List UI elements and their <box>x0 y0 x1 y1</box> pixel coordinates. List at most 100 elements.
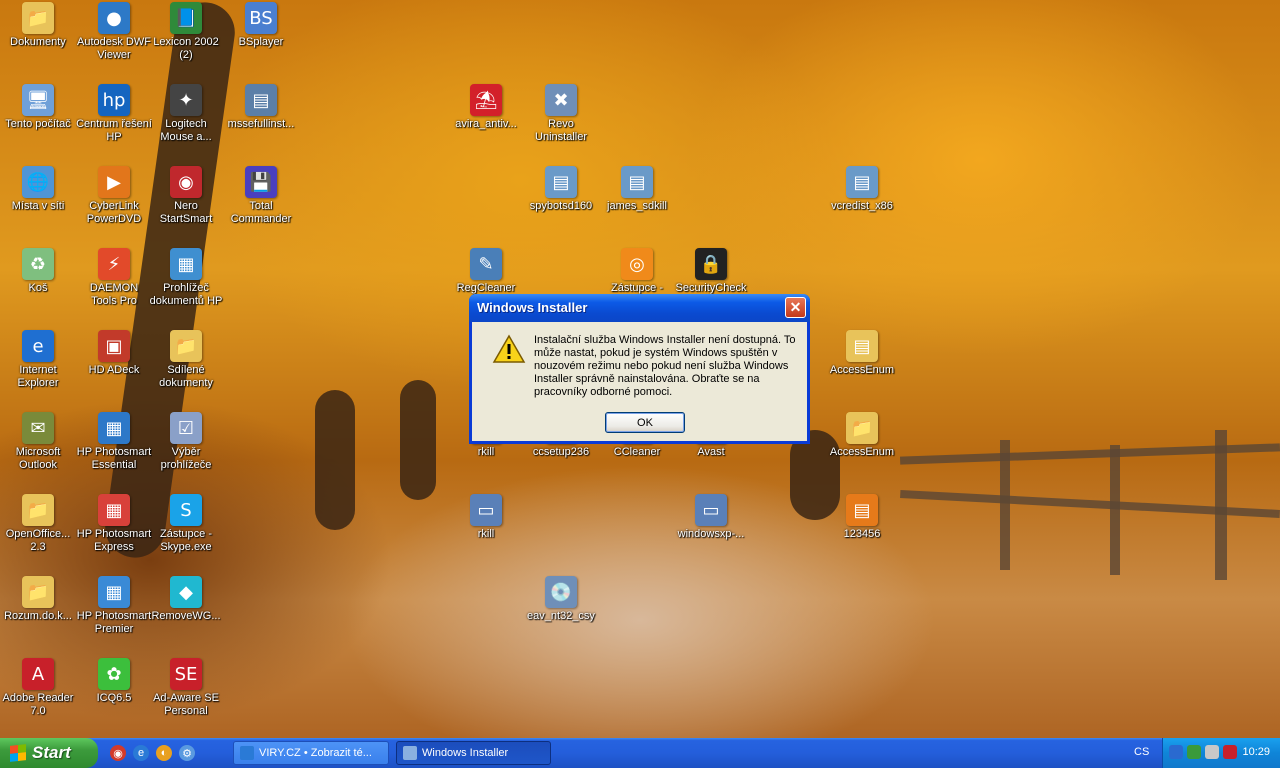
clock[interactable]: 10:29 <box>1242 746 1270 758</box>
wallpaper-tree-trunk <box>400 380 436 500</box>
desktop-icon[interactable]: ▤ james_sdkill <box>599 166 675 213</box>
app-icon: ▤ <box>621 166 653 198</box>
desktop-icon-label: Total Commander <box>230 200 292 225</box>
desktop-icon[interactable]: ▤ 123456 <box>824 494 900 541</box>
start-button[interactable]: Start <box>0 738 98 768</box>
display-icon[interactable] <box>1205 745 1219 759</box>
desktop-icon[interactable]: 🖥 Tento počítač <box>0 84 76 131</box>
desktop-icon[interactable]: ⛱ avira_antiv... <box>448 84 524 131</box>
app-icon: ▭ <box>470 494 502 526</box>
desktop-icon-label: Ad-Aware SE Personal <box>153 692 219 717</box>
desktop-icon[interactable]: BS BSplayer <box>223 2 299 49</box>
desktop-icon-label: Prohlížeč dokumentů HP <box>149 282 223 307</box>
desktop-icon[interactable]: hp Centrum řešení HP <box>76 84 152 144</box>
app-icon: ◆ <box>170 576 202 608</box>
app-icon: ▶ <box>98 166 130 198</box>
settings-icon[interactable]: ⚙ <box>179 745 195 761</box>
app-icon: ✖ <box>545 84 577 116</box>
desktop-icon-label: ccsetup236 <box>532 446 590 458</box>
app-icon: ✉ <box>22 412 54 444</box>
task-button-windows-installer[interactable]: Windows Installer <box>396 741 551 765</box>
desktop-icon[interactable]: ✎ RegCleaner <box>448 248 524 295</box>
desktop-icon[interactable]: ✉ Microsoft Outlook <box>0 412 76 472</box>
desktop-icon-label: Avast <box>697 446 725 458</box>
desktop-icon[interactable]: 📁 OpenOffice... 2.3 <box>0 494 76 554</box>
desktop-icon[interactable]: ♻ Koš <box>0 248 76 295</box>
opera-icon[interactable]: ◉ <box>110 745 126 761</box>
desktop-icon[interactable]: ✿ ICQ6.5 <box>76 658 152 705</box>
windows-logo-icon <box>10 744 26 762</box>
desktop-icon-label: Autodesk DWF Viewer <box>77 36 151 61</box>
app-icon: 💾 <box>245 166 277 198</box>
desktop-icon[interactable]: A Adobe Reader 7.0 <box>0 658 76 718</box>
app-icon: 🖥 <box>22 84 54 116</box>
desktop-icon[interactable]: SE Ad-Aware SE Personal <box>148 658 224 718</box>
desktop-icon-label: Revo Uninstaller <box>535 118 587 143</box>
desktop-icon[interactable]: ▤ AccessEnum <box>824 330 900 377</box>
desktop-icon[interactable]: ◆ RemoveWG... <box>148 576 224 623</box>
app-icon: e <box>22 330 54 362</box>
language-indicator[interactable]: CS <box>1134 746 1149 758</box>
task-button-viry[interactable]: VIRY.CZ • Zobrazit té... <box>233 741 389 765</box>
app-icon: ✿ <box>98 658 130 690</box>
desktop-icon[interactable]: 📁 Sdílené dokumenty <box>148 330 224 390</box>
ok-button[interactable]: OK <box>605 412 685 433</box>
app-icon: ♻ <box>22 248 54 280</box>
taskbar: Start ◉ e ◐ ⚙ VIRY.CZ • Zobrazit té... Wind… <box>0 738 1280 768</box>
desktop-icon-label: BSplayer <box>238 36 284 48</box>
desktop-icon[interactable]: ▤ vcredist_x86 <box>824 166 900 213</box>
desktop-icon[interactable]: ✦ Logitech Mouse a... <box>148 84 224 144</box>
desktop-icon[interactable]: 🔒 SecurityCheck <box>673 248 749 295</box>
desktop-icon[interactable]: ☑ Výběr prohlížeče <box>148 412 224 472</box>
app-icon: 💿 <box>545 576 577 608</box>
desktop-icon[interactable]: 📁 AccessEnum <box>824 412 900 459</box>
app-icon: S <box>170 494 202 526</box>
desktop-icon[interactable]: 💿 eav_nt32_csy <box>523 576 599 623</box>
desktop-icon[interactable]: ▦ Prohlížeč dokumentů HP <box>148 248 224 308</box>
desktop-icon[interactable]: e Internet Explorer <box>0 330 76 390</box>
desktop-icon[interactable]: 📁 Rozum.do.k... <box>0 576 76 623</box>
desktop-icon[interactable]: ▭ windowsxp-... <box>673 494 749 541</box>
wallpaper-fence <box>1215 430 1227 580</box>
desktop-icon-label: rkill <box>477 528 495 540</box>
desktop-icon[interactable]: ▤ spybotsd160 <box>523 166 599 213</box>
desktop-icon[interactable]: ▦ HP Photosmart Express <box>76 494 152 554</box>
desktop-icon[interactable]: ▣ HD ADeck <box>76 330 152 377</box>
desktop-icon[interactable]: ▭ rkill <box>448 494 524 541</box>
chevron-left-icon[interactable] <box>1169 745 1183 759</box>
desktop-icon[interactable]: 🌐 Místa v síti <box>0 166 76 213</box>
media-player-icon[interactable]: ◐ <box>156 745 172 761</box>
desktop-icon[interactable]: S Zástupce - Skype.exe <box>148 494 224 554</box>
network-icon[interactable] <box>1187 745 1201 759</box>
desktop-icon[interactable]: ▦ HP Photosmart Premier <box>76 576 152 636</box>
desktop-icon[interactable]: 📘 Lexicon 2002 (2) <box>148 2 224 62</box>
app-icon: 📁 <box>22 2 54 34</box>
shield-icon[interactable] <box>1223 745 1237 759</box>
installer-icon <box>403 746 417 760</box>
app-icon: ▦ <box>98 494 130 526</box>
internet-explorer-icon[interactable]: e <box>133 745 149 761</box>
close-button[interactable]: ✕ <box>785 297 806 318</box>
desktop-icon[interactable]: ▤ mssefullinst... <box>223 84 299 131</box>
app-icon: ▦ <box>98 412 130 444</box>
app-icon: 🌐 <box>22 166 54 198</box>
wallpaper-tree-trunk <box>315 390 355 530</box>
desktop-icon-label: ICQ6.5 <box>96 692 132 704</box>
desktop-icon[interactable]: ▶ CyberLink PowerDVD <box>76 166 152 226</box>
desktop-icon-label: vcredist_x86 <box>831 200 893 212</box>
desktop-icon[interactable]: ✖ Revo Uninstaller <box>523 84 599 144</box>
desktop-icon[interactable]: 💾 Total Commander <box>223 166 299 226</box>
dialog-titlebar[interactable]: Windows Installer ✕ <box>469 294 810 322</box>
desktop-icon[interactable]: ▦ HP Photosmart Essential <box>76 412 152 472</box>
desktop-icon[interactable]: ● Autodesk DWF Viewer <box>76 2 152 62</box>
desktop-icon-label: 123456 <box>843 528 881 540</box>
app-icon: 📁 <box>846 412 878 444</box>
desktop-icon[interactable]: ◎ Zástupce - <box>599 248 675 295</box>
system-tray: 10:29 <box>1162 738 1280 768</box>
desktop-icon[interactable]: ◉ Nero StartSmart <box>148 166 224 226</box>
desktop-icon[interactable]: 📁 Dokumenty <box>0 2 76 49</box>
desktop-icon-label: Místa v síti <box>11 200 65 212</box>
desktop-icon-label: Sdílené dokumenty <box>159 364 213 389</box>
desktop-icon[interactable]: ⚡ DAEMON Tools Pro <box>76 248 152 308</box>
app-icon: 📁 <box>22 494 54 526</box>
